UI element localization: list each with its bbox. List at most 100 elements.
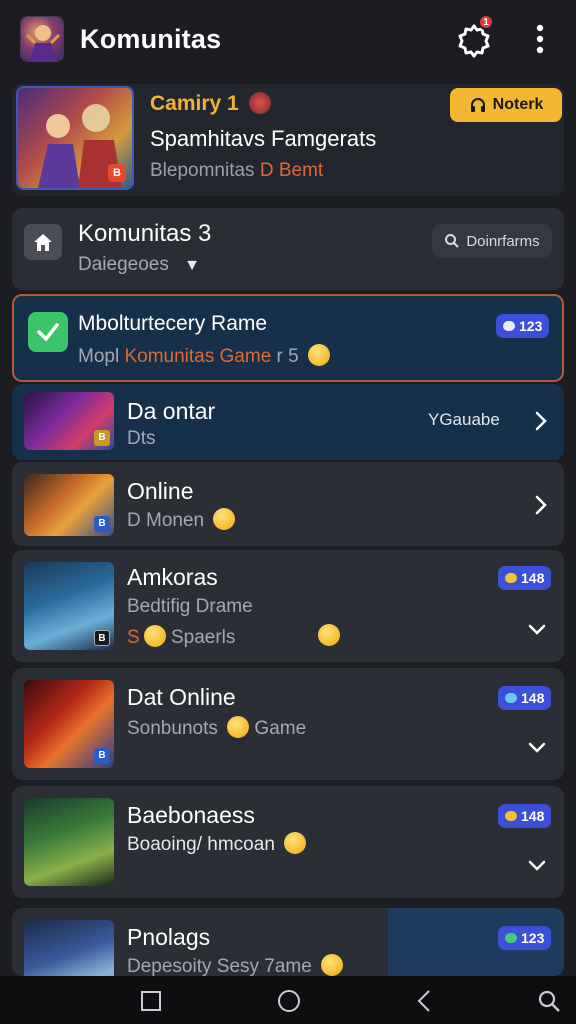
count-badge: 123 (498, 926, 552, 950)
app-logo[interactable] (20, 16, 64, 62)
featured-subtitle: Blepomnitas D Bemt (150, 160, 323, 182)
featured-heading: Camiry 1 (150, 92, 271, 116)
emoji-icon (321, 954, 344, 976)
thumbnail-tag: B (94, 748, 110, 764)
list-item-subtitle-suffix: Game (254, 718, 307, 739)
list-item-title: Pnolags (127, 924, 211, 950)
list-item-title: Dat Online (127, 684, 236, 710)
chevron-down-icon (528, 624, 546, 635)
list-item[interactable]: B Amkoras Bedtifig Drame S Spaerls 148 (12, 550, 564, 662)
list-item-thumbnail (24, 798, 114, 886)
list-item[interactable]: B Dat Online Sonbunots Game 148 (12, 668, 564, 780)
badge-dot-icon (505, 811, 517, 821)
emoji-icon (213, 508, 236, 530)
emoji-icon (143, 625, 166, 647)
count-badge-value: 123 (521, 930, 545, 946)
badge-dot-icon (505, 573, 517, 583)
count-badge-value: 148 (521, 808, 545, 824)
caret-down-icon: ▼ (184, 257, 200, 274)
badge-dot-icon (505, 933, 517, 943)
search-icon (445, 234, 460, 248)
notification-button[interactable]: Noterk (450, 88, 562, 122)
notification-badge: 1 (478, 14, 494, 30)
thumbnail-tag: B (94, 516, 110, 532)
more-vertical-icon (536, 24, 544, 54)
featured-subtitle-accent: D Bemt (259, 160, 324, 181)
featured-title: Spamhitavs Famgerats (150, 126, 377, 151)
count-badge-value: 123 (519, 318, 543, 334)
community-filter-dropdown[interactable]: Daiegeoes ▼ (78, 254, 200, 276)
list-item-subtitle-text: Spaerls (170, 627, 236, 648)
list-item-subtitle-text: Depesoity Sesy 7ame (127, 956, 312, 976)
count-badge-value: 148 (521, 570, 545, 586)
list-item-subtitle-accent: Komunitas Game (124, 346, 272, 367)
count-badge-value: 148 (521, 690, 545, 706)
list-item-right-text: YGauabe (428, 410, 500, 429)
search-icon[interactable] (536, 988, 562, 1014)
list-item[interactable]: Baebonaess Boaoing/ hmcoan 148 (12, 786, 564, 898)
count-badge: 148 (498, 566, 552, 590)
count-badge: 148 (498, 686, 552, 710)
notification-button-label: Noterk (492, 96, 544, 113)
list-item-thumbnail (24, 920, 114, 976)
search-label: Doinrfarms (466, 232, 540, 250)
community-title: Komunitas 3 (78, 220, 212, 247)
headset-icon (470, 98, 485, 112)
list-item[interactable]: B Da ontar Dts YGauabe (12, 384, 564, 460)
community-search-button[interactable]: Doinrfarms (432, 224, 552, 258)
system-nav-bar (0, 976, 576, 1024)
list-item-subtitle-text: Boaoing/ hmcoan (127, 834, 275, 855)
list-item-thumbnail: B (24, 562, 114, 650)
list-item-subtitle: Mopl Komunitas Game r 5 (78, 344, 330, 368)
list-item-thumbnail: B (24, 392, 114, 450)
emoji-icon (248, 92, 271, 114)
list-item-subtitle: D Monen (127, 508, 236, 532)
featured-thumbnail: B (16, 86, 134, 190)
list-item-subtitle: Dts (127, 428, 156, 449)
list-item-thumbnail: B (24, 680, 114, 768)
list-item[interactable]: B Online D Monen (12, 462, 564, 546)
list-item-title: Amkoras (127, 564, 218, 590)
emoji-icon (227, 716, 250, 738)
emoji-icon (308, 344, 330, 366)
list-item-title: Online (127, 478, 194, 504)
list-item-subtitle: Bedtifig Drame (127, 596, 253, 617)
checkmark-icon (37, 323, 59, 341)
list-item-title: Baebonaess (127, 802, 255, 828)
thumbnail-tag: B (108, 164, 126, 182)
badge-dot-icon (503, 321, 515, 331)
list-item-selected[interactable]: Mbolturtecery Rame Mopl Komunitas Game r… (12, 294, 564, 382)
list-item-subtitle-text: D Monen (127, 510, 205, 531)
list-item-subtitle: Sonbunots Game (127, 716, 306, 740)
featured-heading-text: Camiry 1 (150, 92, 239, 115)
list-item-subtitle-suffix: r 5 (271, 346, 299, 367)
list-item-subtitle-text: Sonbunots (127, 718, 218, 739)
checkbox-checked[interactable] (28, 312, 68, 352)
list-item-subtitle: Depesoity Sesy 7ame (127, 954, 344, 976)
count-badge: 148 (498, 804, 552, 828)
list-item-subtitle-secondary: S Spaerls (127, 625, 235, 649)
recent-apps-icon[interactable] (138, 988, 164, 1014)
list-item-thumbnail: B (24, 474, 114, 536)
community-home-button[interactable] (24, 224, 62, 260)
page-title: Komunitas (80, 24, 222, 54)
emoji-icon (284, 832, 307, 854)
home-icon[interactable] (276, 988, 302, 1014)
list-item-subtitle-prefix: S (127, 627, 140, 648)
thumbnail-tag: B (94, 630, 110, 646)
thumbnail-tag: B (94, 430, 110, 446)
featured-subtitle-text: Blepomnitas (150, 160, 255, 181)
list-item-subtitle: Boaoing/ hmcoan (127, 832, 307, 856)
home-icon (34, 234, 52, 251)
chevron-down-icon (528, 742, 546, 753)
list-item-title: Mbolturtecery Rame (78, 312, 268, 335)
chevron-down-icon (528, 860, 546, 871)
list-item-title: Da ontar (127, 398, 216, 424)
community-filter-label: Daiegeoes (78, 254, 169, 275)
more-options-button[interactable] (528, 22, 552, 58)
list-item[interactable]: Pnolags Depesoity Sesy 7ame 123 (12, 908, 564, 976)
back-icon[interactable] (412, 988, 438, 1014)
list-item-subtitle-prefix: Mopl (78, 346, 125, 367)
badge-dot-icon (505, 693, 517, 703)
chevron-right-icon (535, 411, 547, 431)
